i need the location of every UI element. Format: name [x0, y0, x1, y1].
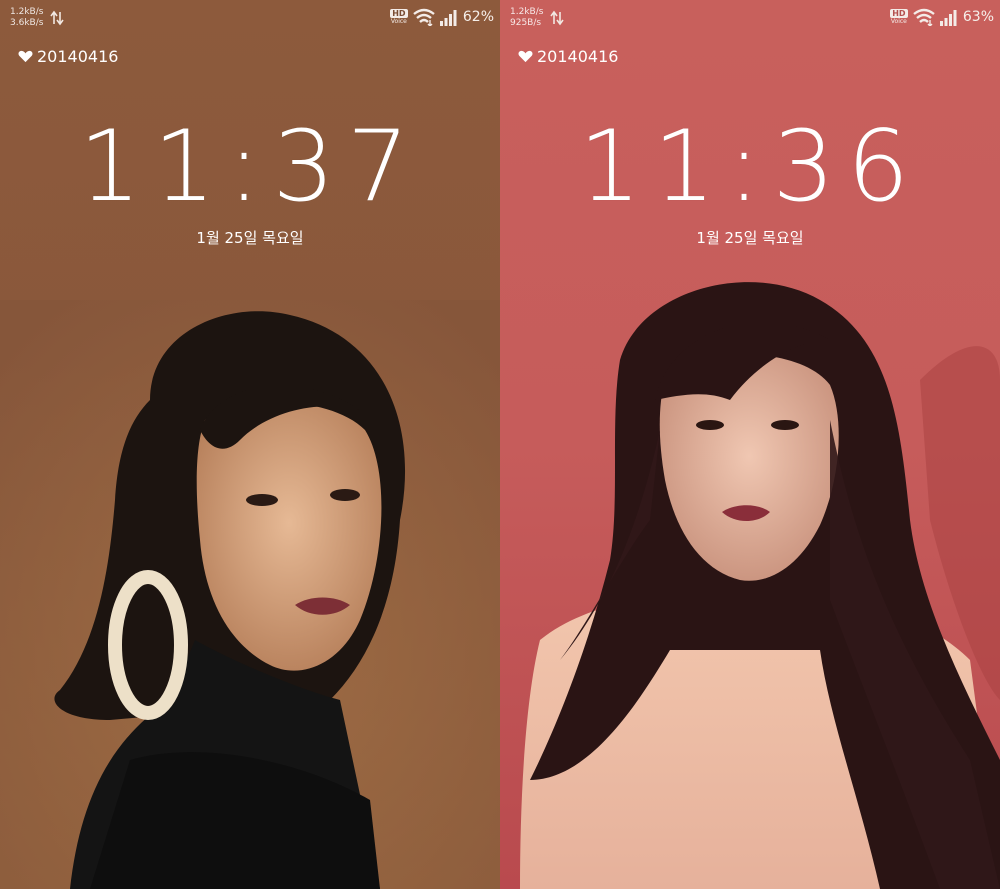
wifi-icon	[913, 8, 935, 26]
wifi-icon	[413, 8, 435, 26]
hd-label: HD	[390, 9, 408, 18]
heart-icon	[518, 50, 533, 63]
lockscreen-date: 1월 25일 목요일	[696, 229, 804, 247]
lockscreen-date: 1월 25일 목요일	[196, 229, 304, 247]
battery-percentage: 63%	[962, 9, 994, 25]
status-icons: HD Voice 63%	[889, 7, 994, 27]
lockscreen-left[interactable]: 1.2kB/s 3.6kB/s HD Voice 62% 20140416 11…	[0, 0, 500, 889]
favorite-text: 20140416	[537, 47, 619, 66]
battery-percentage: 62%	[462, 9, 494, 25]
data-transfer-icon	[50, 10, 64, 26]
status-icons: HD Voice 62%	[389, 7, 494, 27]
heart-icon	[18, 50, 33, 63]
status-bar: 1.2kB/s 3.6kB/s HD Voice 62%	[0, 0, 500, 36]
favorite-date: 20140416	[18, 47, 118, 66]
hd-label: HD	[890, 9, 908, 18]
status-bar: 1.2kB/s 925B/s HD Voice 63%	[500, 0, 1000, 36]
lockscreen-right[interactable]: 1.2kB/s 925B/s HD Voice 63% 20140416 11:…	[500, 0, 1000, 889]
data-transfer-icon	[550, 10, 564, 26]
signal-icon	[939, 10, 957, 26]
hd-voice-icon: HD Voice	[389, 9, 409, 25]
favorite-date: 20140416	[518, 47, 618, 66]
network-speed: 1.2kB/s 3.6kB/s	[10, 7, 43, 29]
signal-icon	[439, 10, 457, 26]
download-speed: 925B/s	[510, 18, 542, 28]
hd-voice-icon: HD Voice	[889, 9, 909, 25]
lockscreen-comparison: 1.2kB/s 3.6kB/s HD Voice 62% 20140416 11…	[0, 0, 1000, 889]
voice-label: Voice	[890, 18, 907, 25]
lockscreen-clock: 11:36	[578, 110, 922, 224]
network-speed: 1.2kB/s 925B/s	[510, 7, 543, 29]
voice-label: Voice	[390, 18, 407, 25]
download-speed: 3.6kB/s	[10, 18, 44, 28]
favorite-text: 20140416	[37, 47, 119, 66]
upload-speed: 1.2kB/s	[510, 7, 544, 17]
lockscreen-clock: 11:37	[78, 110, 422, 224]
upload-speed: 1.2kB/s	[10, 7, 44, 17]
